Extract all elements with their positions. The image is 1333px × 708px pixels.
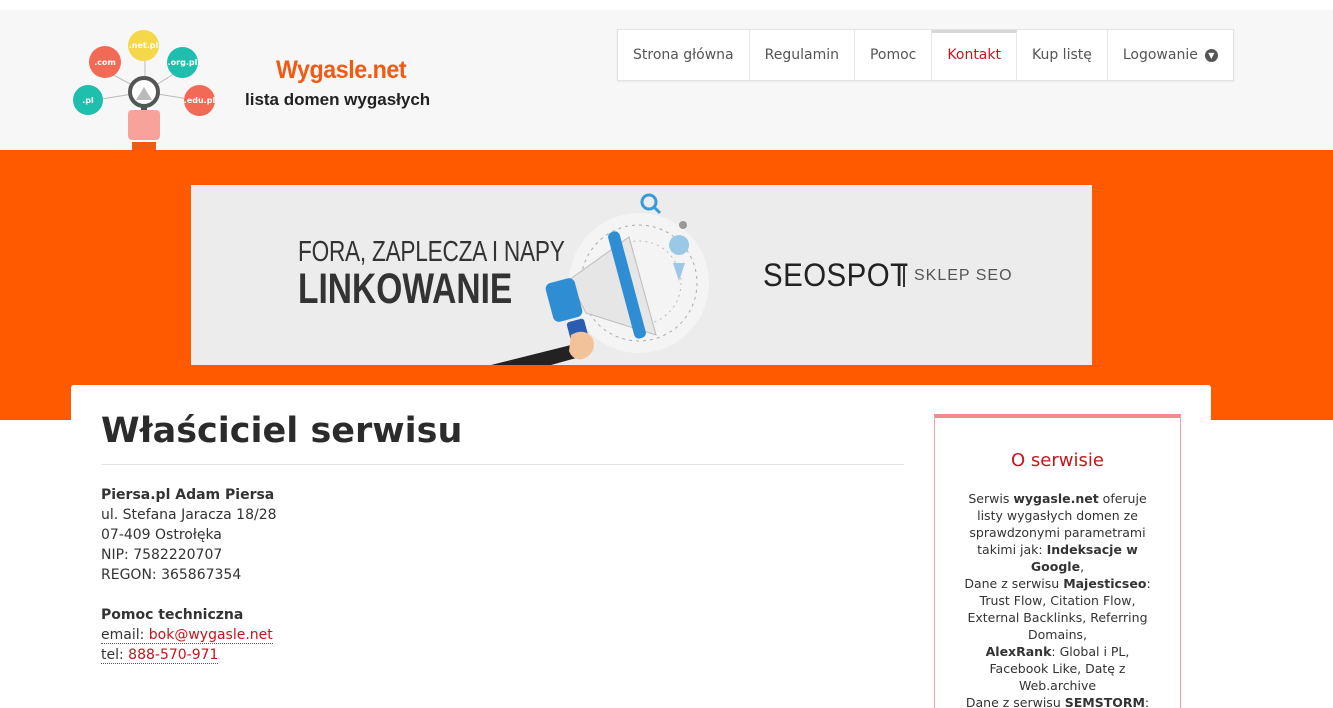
- sidebar-site-name: wygasle.net: [1013, 491, 1099, 506]
- sidebar-semstorm: SEMSTORM: [1064, 695, 1145, 708]
- nav-label: Pomoc: [869, 47, 917, 63]
- title-divider: [101, 464, 904, 465]
- sidebar-p4-pre: Dane z serwisu: [965, 695, 1065, 708]
- bubble-org-pl: .org.pl: [167, 47, 198, 78]
- owner-regon: REGON: 365867354: [101, 567, 242, 583]
- nav-item-terms[interactable]: Regulamin: [750, 30, 855, 80]
- main-nav: Strona główna Regulamin Pomoc Kontakt Ku…: [617, 29, 1234, 81]
- nav-label: Strona główna: [633, 47, 734, 63]
- phone-label: tel:: [101, 647, 124, 663]
- sidebar-indexing: Indeksacje w Google: [1030, 542, 1138, 574]
- support-heading: Pomoc techniczna: [101, 607, 244, 623]
- email-value: bok@wygasle.net: [148, 627, 273, 643]
- bubble-net-pl: .net.pl: [128, 30, 159, 61]
- sidebar-p1-end: ,: [1080, 559, 1085, 574]
- bubble-edu-pl: .edu.pl: [184, 85, 215, 116]
- email-link[interactable]: email: bok@wygasle.net: [101, 627, 273, 644]
- nav-item-login[interactable]: Logowanie ▼: [1108, 30, 1233, 80]
- owner-nip: NIP: 7582220707: [101, 547, 223, 563]
- sidebar-text: Serwis wygasle.net oferuje listy wygasły…: [955, 490, 1160, 708]
- banner-divider: [903, 265, 905, 287]
- nav-item-contact[interactable]: Kontakt: [932, 30, 1017, 80]
- brand-name[interactable]: Wygasle.net: [276, 56, 407, 85]
- owner-name: Piersa.pl Adam Piersa: [101, 487, 275, 503]
- megaphone-icon: [491, 193, 709, 365]
- about-sidebar: O serwisie Serwis wygasle.net oferuje li…: [934, 414, 1181, 708]
- nav-label: Regulamin: [764, 47, 839, 63]
- logo-graphic[interactable]: .com .net.pl .org.pl .pl .edu.pl: [70, 30, 230, 152]
- nav-item-home[interactable]: Strona główna: [618, 30, 750, 80]
- owner-street: ul. Stefana Jaracza 18/28: [101, 507, 277, 523]
- sidebar-p2-pre: Dane z serwisu: [964, 576, 1064, 591]
- nav-label: Kup listę: [1031, 47, 1092, 63]
- banner-brand: SEOSPOT: [763, 257, 909, 293]
- top-strip: [0, 0, 1333, 10]
- email-label: email:: [101, 627, 145, 643]
- sidebar-p1-pre: Serwis: [968, 491, 1014, 506]
- ad-banner[interactable]: FORA, ZAPLECZA I NAPY LINKOWANIE SEOSPOT…: [191, 185, 1092, 365]
- owner-city: 07-409 Ostrołęka: [101, 527, 222, 543]
- banner-brand-sub: SKLEP SEO: [914, 267, 1013, 284]
- nav-label: Logowanie: [1122, 47, 1198, 63]
- chevron-down-icon: ▼: [1204, 48, 1218, 62]
- banner-subheadline: LINKOWANIE: [298, 265, 513, 313]
- phone-value: 888-570-971: [128, 647, 219, 663]
- page-title: Właściciel serwisu: [101, 411, 463, 451]
- nav-item-help[interactable]: Pomoc: [855, 30, 933, 80]
- sidebar-majestic: Majesticseo: [1063, 576, 1147, 591]
- sidebar-title: O serwisie: [1011, 450, 1104, 471]
- nav-item-buy-list[interactable]: Kup listę: [1017, 30, 1108, 80]
- sidebar-alexrank: AlexRank: [985, 644, 1052, 659]
- bubble-com: .com: [89, 46, 121, 78]
- support-section: Pomoc techniczna email: bok@wygasle.net …: [101, 605, 273, 665]
- bubble-pl: .pl: [73, 85, 103, 115]
- brand-tagline: lista domen wygasłych: [245, 90, 431, 109]
- owner-address: Piersa.pl Adam Piersa ul. Stefana Jaracz…: [101, 485, 277, 585]
- nav-label: Kontakt: [947, 47, 1001, 63]
- phone-link[interactable]: tel: 888-570-971: [101, 647, 219, 664]
